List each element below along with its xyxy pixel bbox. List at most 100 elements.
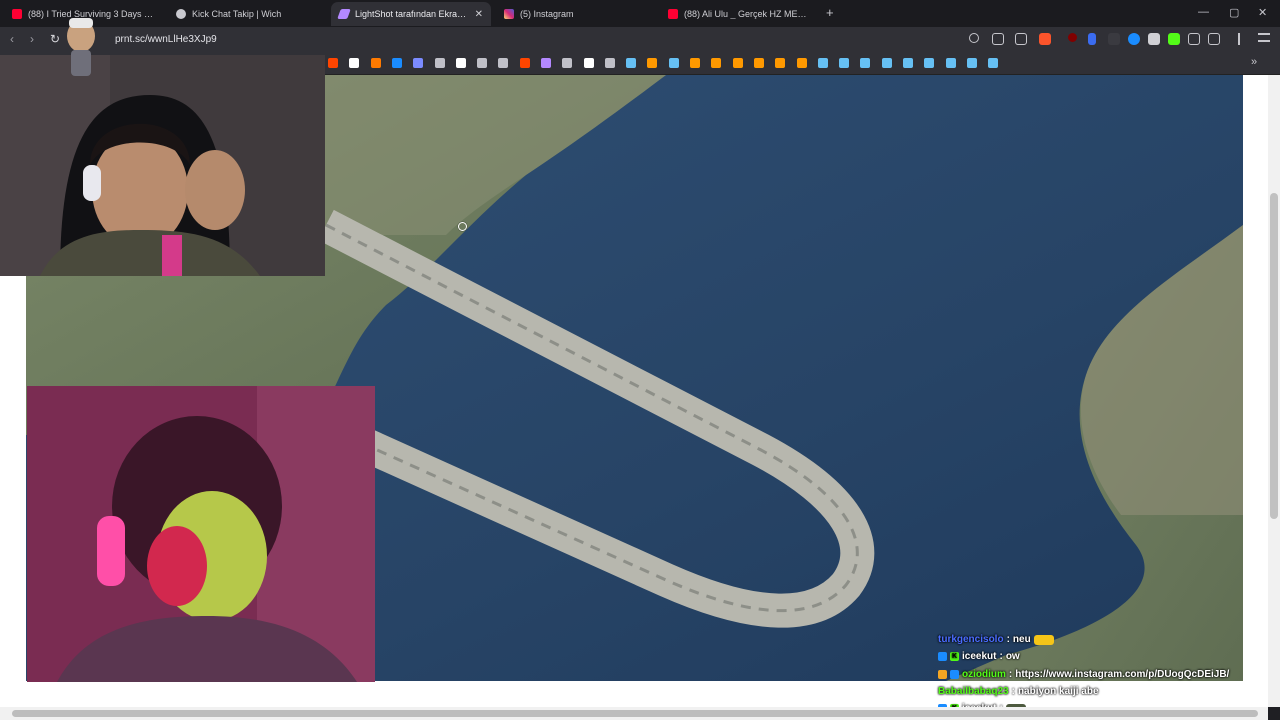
tab-title: LightShot tarafından Ekran Görü... — [355, 9, 469, 19]
avatar-sticker — [63, 14, 99, 80]
extension-window-icon[interactable] — [1148, 33, 1160, 45]
tab-title: (88) Ali Ulu _ Gerçek HZ MEHDİ A.S ... — [684, 9, 812, 19]
url-field[interactable]: prnt.sc/wwnLlHe3XJp9 — [115, 34, 217, 45]
bookmark-favicon-icon[interactable] — [562, 58, 572, 68]
webcam-feed-2 — [27, 386, 375, 682]
ublock-icon[interactable] — [1068, 33, 1077, 42]
chat-message: oziodium: https://www.instagram.com/p/DUo… — [938, 669, 1229, 680]
vertical-scrollbar[interactable] — [1268, 75, 1280, 707]
bookmark-favicon-icon[interactable] — [711, 58, 721, 68]
chat-username[interactable]: iceekut — [962, 651, 996, 662]
tab-title: (5) Instagram — [520, 9, 574, 19]
audio-icon[interactable] — [1088, 33, 1096, 45]
bookmark-favicon-icon[interactable] — [733, 58, 743, 68]
address-bar: ‹ › ↻ prnt.sc/wwnLlHe3XJp9 — [0, 27, 1280, 52]
chat-username[interactable]: turkgencisolo — [938, 634, 1004, 645]
chat-message: Babailbabaq23: nabiyon kaiji abe — [938, 686, 1099, 697]
bookmark-favicon-icon[interactable] — [413, 58, 423, 68]
sidebar-icon[interactable] — [1208, 33, 1220, 45]
bookmark-favicon-icon[interactable] — [839, 58, 849, 68]
youtube-icon — [12, 9, 22, 19]
tab-title: Kick Chat Takip | Wich — [192, 9, 282, 19]
chat-username[interactable]: Babailbabaq23 — [938, 686, 1009, 697]
bookmark-favicon-icon[interactable] — [797, 58, 807, 68]
bookmark-favicon-icon[interactable] — [754, 58, 764, 68]
bookmark-favicon-icon[interactable] — [435, 58, 445, 68]
tab-instagram[interactable]: (5) Instagram — [496, 2, 656, 26]
bookmark-favicon-icon[interactable] — [626, 58, 636, 68]
chat-text: nabiyon kaiji abe — [1017, 686, 1099, 697]
bookmark-favicon-icon[interactable] — [690, 58, 700, 68]
kick-badge-icon: K — [950, 652, 959, 661]
bookmark-favicon-icon[interactable] — [605, 58, 615, 68]
reload-icon[interactable]: ↻ — [50, 32, 60, 46]
bookmark-favicon-icon[interactable] — [818, 58, 828, 68]
globe-icon — [176, 9, 186, 19]
bookmark-favicon-icon[interactable] — [477, 58, 487, 68]
instagram-icon — [504, 9, 514, 19]
forward-icon[interactable]: › — [30, 32, 34, 46]
menu-icon[interactable] — [1258, 33, 1270, 42]
screen-icon[interactable] — [992, 33, 1004, 45]
bookmark-favicon-icon[interactable] — [456, 58, 466, 68]
extension-icon[interactable] — [1108, 33, 1120, 45]
bookmark-favicon-icon[interactable] — [371, 58, 381, 68]
brave-shield-icon[interactable] — [1039, 33, 1051, 45]
extension-blue-icon[interactable] — [1128, 33, 1140, 45]
lightshot-icon — [337, 9, 351, 19]
chat-username[interactable]: oziodium — [962, 669, 1006, 680]
bookmarks-overflow-button[interactable]: » — [1251, 56, 1257, 68]
bookmark-favicon-icon[interactable] — [349, 58, 359, 68]
chat-separator: : — [1011, 686, 1015, 697]
tab-lightshot[interactable]: LightShot tarafından Ekran Görü... ✕ — [331, 2, 491, 26]
minimize-button[interactable]: — — [1198, 6, 1209, 18]
bookmark-favicon-icon[interactable] — [924, 58, 934, 68]
chat-text: neu — [1012, 634, 1031, 645]
media-icon[interactable] — [1238, 33, 1246, 45]
new-tab-button[interactable]: + — [826, 5, 834, 20]
chat-message: turkgencisolo: neu — [938, 634, 1054, 645]
chat-text: https://www.instagram.com/p/DUogQcDEiJB/ — [1015, 669, 1230, 680]
close-window-button[interactable]: ✕ — [1258, 6, 1267, 19]
bookmark-favicon-icon[interactable] — [903, 58, 913, 68]
bookmark-favicon-icon[interactable] — [669, 58, 679, 68]
bookmark-favicon-icon[interactable] — [498, 58, 508, 68]
headphones — [97, 516, 125, 586]
tab-youtube-2[interactable]: (88) Ali Ulu _ Gerçek HZ MEHDİ A.S ... — [660, 2, 820, 26]
chat-separator: : — [1008, 669, 1013, 680]
bookmark-favicon-icon[interactable] — [541, 58, 551, 68]
bookmark-favicon-icon[interactable] — [584, 58, 594, 68]
bookmark-favicon-icon[interactable] — [392, 58, 402, 68]
extensions-puzzle-icon[interactable] — [1188, 33, 1200, 45]
bookmark-favicon-icon[interactable] — [647, 58, 657, 68]
horizontal-scroll-thumb[interactable] — [12, 710, 1258, 717]
bookmark-favicon-icon[interactable] — [967, 58, 977, 68]
blue-badge-icon — [950, 670, 959, 679]
horizontal-scrollbar[interactable] — [0, 707, 1268, 720]
bookmark-favicon-icon[interactable] — [520, 58, 530, 68]
chat-separator: : — [999, 651, 1003, 662]
bookmark-favicon-icon[interactable] — [775, 58, 785, 68]
vertical-scroll-thumb[interactable] — [1270, 193, 1278, 519]
orange-badge-icon — [938, 670, 947, 679]
hand — [185, 150, 245, 230]
bookmark-favicon-icon[interactable] — [988, 58, 998, 68]
bookmark-favicon-icon[interactable] — [328, 58, 338, 68]
youtube-icon — [668, 9, 678, 19]
kick-extension-icon[interactable] — [1168, 33, 1180, 45]
share-icon[interactable] — [1015, 33, 1027, 45]
chat-message: Kiceekut: ow — [938, 651, 1020, 662]
screen: { "browser": { "tabs": [ {"title": "(88)… — [0, 0, 1280, 720]
back-icon[interactable]: ‹ — [10, 32, 14, 46]
maximize-button[interactable]: ▢ — [1229, 6, 1239, 19]
headphones — [83, 165, 101, 201]
sunglasses-emote-icon — [1033, 634, 1054, 645]
webcam-feed — [0, 55, 325, 276]
bookmark-favicon-icon[interactable] — [882, 58, 892, 68]
bookmark-favicon-icon[interactable] — [860, 58, 870, 68]
tab-kick-chat[interactable]: Kick Chat Takip | Wich — [168, 2, 328, 26]
close-tab-icon[interactable]: ✕ — [475, 9, 483, 20]
streamer-webcam — [0, 55, 325, 276]
zoom-icon[interactable] — [969, 33, 979, 43]
bookmark-favicon-icon[interactable] — [946, 58, 956, 68]
